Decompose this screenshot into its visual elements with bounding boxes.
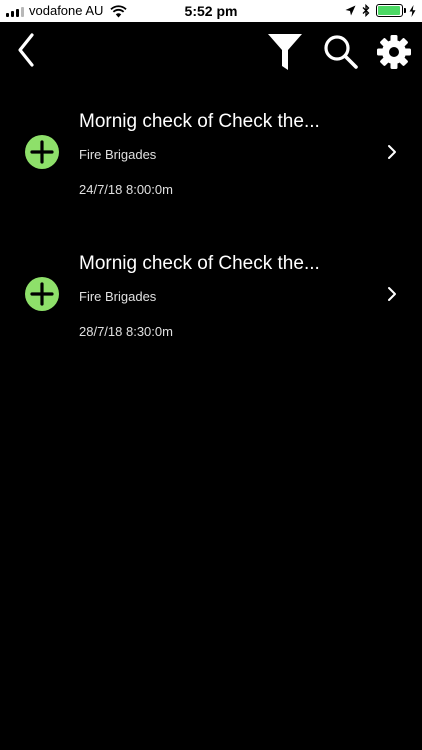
item-title: Mornig check of Check the... bbox=[79, 111, 320, 132]
list-item[interactable]: Mornig check of Check the... Fire Brigad… bbox=[0, 84, 422, 226]
charging-bolt-icon bbox=[409, 4, 416, 17]
item-datetime: 28/7/18 8:30:0m bbox=[79, 324, 173, 339]
list-item[interactable]: Mornig check of Check the... Fire Brigad… bbox=[0, 226, 422, 368]
bluetooth-icon bbox=[362, 4, 370, 17]
battery-icon bbox=[376, 4, 406, 17]
chevron-right-icon bbox=[388, 145, 396, 159]
nav-bar bbox=[0, 22, 422, 84]
location-arrow-icon bbox=[345, 5, 356, 16]
status-bar: vodafone AU 5:52 pm bbox=[0, 0, 422, 22]
search-button[interactable] bbox=[322, 33, 360, 71]
item-title: Mornig check of Check the... bbox=[79, 253, 320, 274]
item-subtitle: Fire Brigades bbox=[79, 289, 157, 304]
filter-icon bbox=[268, 34, 302, 70]
status-right bbox=[345, 4, 416, 17]
settings-button[interactable] bbox=[376, 34, 412, 70]
gear-icon bbox=[377, 35, 411, 69]
back-button[interactable] bbox=[14, 31, 42, 69]
add-circle-icon[interactable] bbox=[25, 277, 59, 311]
chevron-right-icon bbox=[388, 287, 396, 301]
search-icon bbox=[324, 35, 358, 69]
filter-button[interactable] bbox=[266, 32, 304, 72]
item-subtitle: Fire Brigades bbox=[79, 147, 157, 162]
back-chevron-icon bbox=[18, 33, 34, 67]
checks-list: Mornig check of Check the... Fire Brigad… bbox=[0, 84, 422, 368]
add-circle-icon[interactable] bbox=[25, 135, 59, 169]
battery-fill bbox=[378, 6, 400, 15]
item-datetime: 24/7/18 8:00:0m bbox=[79, 182, 173, 197]
